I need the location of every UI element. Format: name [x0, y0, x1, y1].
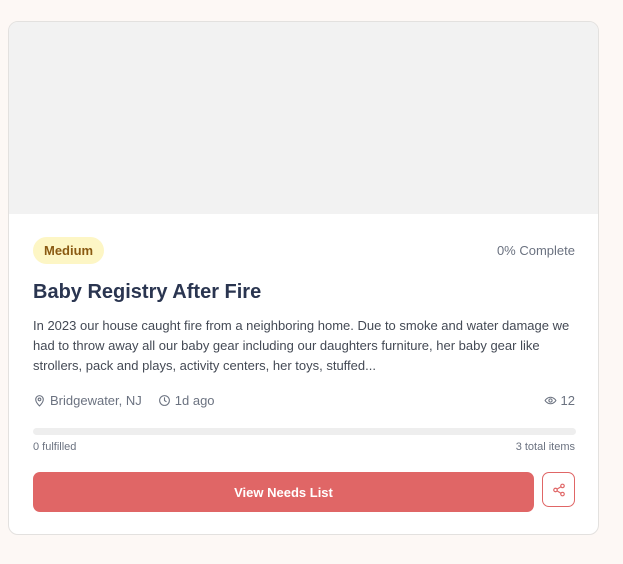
card-meta: Bridgewater, NJ 1d ago [33, 393, 215, 408]
fulfilled-count: 0 fulfilled [33, 441, 77, 453]
eye-icon [544, 394, 557, 407]
share-icon [552, 483, 566, 497]
completion-status: 0% Complete [496, 243, 575, 258]
registry-card[interactable]: Medium 0% Complete Baby Registry After F… [8, 21, 599, 535]
posted-time: 1d ago [158, 393, 215, 408]
progress-bar [33, 428, 576, 435]
location-text: Bridgewater, NJ [50, 393, 142, 408]
card-title[interactable]: Baby Registry After Fire [33, 281, 261, 304]
clock-icon [158, 394, 171, 407]
posted-time-text: 1d ago [174, 393, 215, 408]
view-needs-list-button[interactable]: View Needs List [33, 472, 534, 512]
view-count-text: 12 [560, 393, 575, 408]
total-items-count: 3 total items [515, 441, 575, 453]
view-count: 12 [544, 393, 575, 408]
card-image-placeholder [9, 22, 598, 214]
card-description: In 2023 our house caught fire from a nei… [33, 318, 570, 373]
map-pin-icon [33, 394, 46, 407]
share-button[interactable] [542, 472, 575, 507]
priority-badge: Medium [33, 237, 105, 264]
location: Bridgewater, NJ [33, 393, 142, 408]
